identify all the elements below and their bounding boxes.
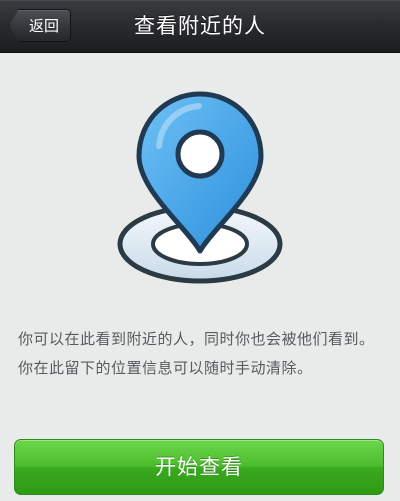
page-title: 查看附近的人	[134, 14, 266, 38]
navigation-bar: 返回 查看附近的人	[0, 0, 400, 53]
pin-hole	[175, 129, 225, 179]
start-viewing-button-label: 开始查看	[155, 455, 243, 479]
location-pin-icon	[117, 91, 283, 284]
start-viewing-button[interactable]: 开始查看	[14, 439, 384, 495]
app-screen: 返回 查看附近的人 你可以在此看到附近的人，同时你也会被他们看到。你在此留下的位…	[0, 0, 400, 501]
description-text: 你可以在此看到附近的人，同时你也会被他们看到。你在此留下的位置信息可以随时手动清…	[18, 330, 375, 377]
